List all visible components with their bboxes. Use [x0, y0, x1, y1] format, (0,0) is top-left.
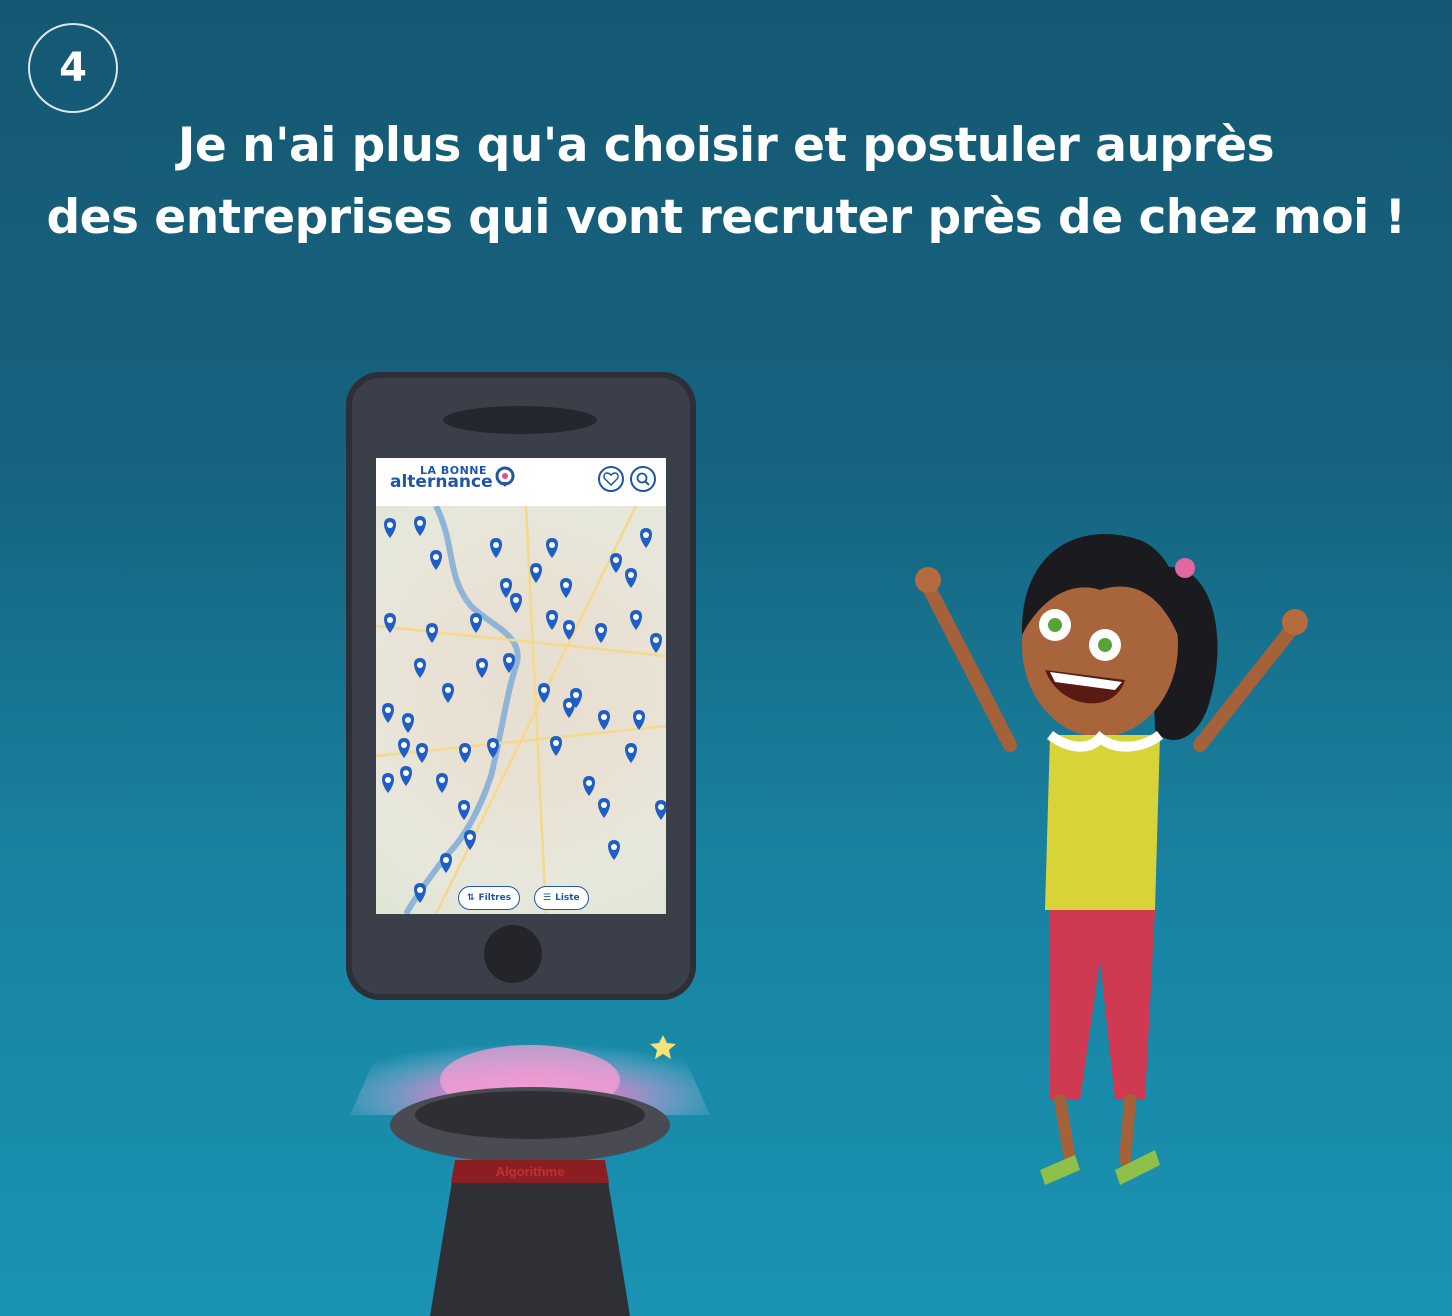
filter-icon: ⇅	[467, 893, 475, 903]
map-marker-dot	[461, 804, 467, 810]
map-marker-dot	[566, 624, 572, 630]
left-iris	[1048, 618, 1062, 632]
headline-line-1: Je n'ai plus qu'a choisir et postuler au…	[177, 118, 1275, 173]
map-marker-dot	[601, 802, 607, 808]
map-marker-dot	[462, 747, 468, 753]
map-marker-dot	[643, 532, 649, 538]
map-marker-dot	[401, 742, 407, 748]
map-marker-dot	[658, 804, 664, 810]
map-marker-dot	[611, 844, 617, 850]
step-number: 4	[59, 45, 87, 91]
map-marker-dot	[479, 662, 485, 668]
map-marker-dot	[541, 687, 547, 693]
step-number-badge: 4	[28, 23, 118, 113]
map-marker-dot	[553, 740, 559, 746]
map-marker-dot	[628, 572, 634, 578]
left-shoe	[1040, 1155, 1080, 1185]
heart-icon	[603, 472, 619, 486]
right-iris	[1098, 638, 1112, 652]
map-marker-dot	[513, 597, 519, 603]
map-view[interactable]: ⇅ Filtres ☰ Liste	[376, 506, 666, 914]
map-marker-dot	[439, 777, 445, 783]
map-marker-icon[interactable]	[655, 800, 666, 820]
map-marker-dot	[429, 627, 435, 633]
legs	[1054, 1094, 1136, 1166]
search-button[interactable]	[630, 466, 656, 492]
phone-screen: LA BONNE alternance ⇅ Filtres ☰ Liste	[376, 458, 666, 914]
map-marker-dot	[387, 617, 393, 623]
list-button[interactable]: ☰ Liste	[534, 886, 589, 910]
map-marker-dot	[493, 542, 499, 548]
hat-opening	[415, 1091, 645, 1139]
right-fist	[1282, 609, 1308, 635]
map-marker-dot	[566, 702, 572, 708]
map-marker-dot	[586, 780, 592, 786]
map-marker-dot	[473, 617, 479, 623]
girl-character-illustration	[915, 534, 1308, 1185]
map-marker-dot	[636, 714, 642, 720]
map-marker-dot	[443, 857, 449, 863]
map-marker-dot	[417, 662, 423, 668]
headline: Je n'ai plus qu'a choisir et postuler au…	[0, 110, 1452, 254]
map-marker-dot	[533, 567, 539, 573]
map-marker-dot	[549, 542, 555, 548]
map-marker-dot	[601, 714, 607, 720]
map-marker-dot	[403, 770, 409, 776]
map-marker-dot	[549, 614, 555, 620]
map-marker-dot	[563, 582, 569, 588]
map-marker-dot	[405, 717, 411, 723]
map-marker-dot	[598, 627, 604, 633]
map-canvas	[376, 506, 666, 914]
filters-label: Filtres	[478, 893, 512, 903]
location-pin-icon	[495, 466, 515, 487]
map-marker-dot	[573, 692, 579, 698]
magic-hat-illustration: Algorithme	[350, 1025, 710, 1316]
map-marker-dot	[633, 614, 639, 620]
map-marker-dot	[419, 747, 425, 753]
favorites-button[interactable]	[598, 466, 624, 492]
map-marker-dot	[445, 687, 451, 693]
hat-label: Algorithme	[496, 1164, 565, 1179]
app-header: LA BONNE alternance	[376, 458, 666, 507]
map-marker-dot	[433, 554, 439, 560]
headline-line-2: des entreprises qui vont recruter près d…	[46, 190, 1406, 245]
map-marker-dot	[613, 557, 619, 563]
map-marker-dot	[387, 522, 393, 528]
shirt	[1045, 735, 1160, 910]
search-icon	[636, 472, 650, 486]
home-button	[484, 925, 542, 983]
map-marker-dot	[385, 777, 391, 783]
hat-body	[430, 1163, 630, 1316]
left-fist	[915, 567, 941, 593]
logo-text-bottom: alternance	[390, 472, 493, 492]
map-marker-dot	[490, 742, 496, 748]
pants	[1050, 910, 1155, 1100]
map-marker-dot	[628, 747, 634, 753]
filters-button[interactable]: ⇅ Filtres	[458, 886, 521, 910]
map-marker-dot	[385, 707, 391, 713]
list-icon: ☰	[543, 893, 552, 903]
map-marker-dot	[417, 887, 423, 893]
list-label: Liste	[555, 893, 580, 903]
roads	[376, 506, 666, 914]
map-marker-dot	[417, 520, 423, 526]
map-marker-dot	[653, 637, 659, 643]
map-marker-dot	[467, 834, 473, 840]
map-marker-dot	[503, 582, 509, 588]
phone-speaker	[443, 406, 597, 434]
map-marker-dot	[506, 657, 512, 663]
river	[403, 506, 521, 914]
smartphone-illustration: LA BONNE alternance ⇅ Filtres ☰ Liste	[346, 372, 696, 1000]
hair-tie	[1175, 558, 1195, 578]
left-arm	[923, 583, 1017, 752]
